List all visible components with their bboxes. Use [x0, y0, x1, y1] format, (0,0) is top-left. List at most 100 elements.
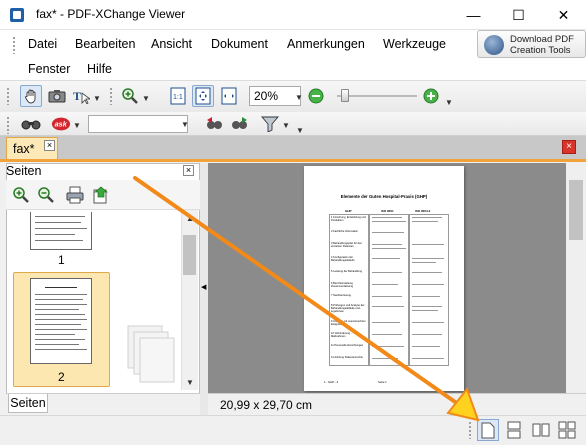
fit-width-button[interactable]: [218, 85, 240, 107]
next-result-button[interactable]: [229, 113, 251, 135]
binoculars-next-icon: [232, 117, 247, 129]
toolbar2-overflow-dropdown[interactable]: ▼: [296, 126, 304, 135]
svg-text:ask: ask: [55, 120, 68, 129]
table-row: 12 Achtung Patientenrechte: [331, 356, 363, 359]
ghp-table: 1 Forschung, Entwicklung und Produktion …: [329, 214, 449, 366]
zoom-out-button[interactable]: [308, 88, 324, 104]
menu-werkzeuge[interactable]: Werkzeuge: [383, 37, 446, 51]
menu-dokument[interactable]: Dokument: [211, 37, 268, 51]
menu-hilfe[interactable]: Hilfe: [87, 62, 112, 76]
pages-pane-scroll-thumb[interactable]: [183, 235, 196, 275]
snapshot-tool-button[interactable]: [46, 85, 68, 107]
menu-datei[interactable]: Datei: [28, 37, 57, 51]
download-line1: Download PDF: [510, 34, 574, 45]
print-pages-button[interactable]: [66, 186, 84, 207]
single-page-icon: [481, 422, 495, 438]
binoculars-icon: [21, 120, 41, 130]
printer-icon: [66, 186, 84, 204]
menubar-grip-icon[interactable]: [12, 36, 16, 54]
menu-anmerkungen[interactable]: Anmerkungen: [287, 37, 365, 51]
facing-view-button[interactable]: [530, 419, 552, 441]
continuous-view-button[interactable]: [503, 419, 525, 441]
menu-ansicht[interactable]: Ansicht: [151, 37, 192, 51]
download-line2: Creation Tools: [510, 45, 571, 56]
pages-placeholder-icon: [127, 325, 175, 383]
table-row: 11 Personelle Einrichtungen: [331, 344, 364, 347]
select-tool-dropdown[interactable]: ▼: [93, 94, 101, 103]
zoom-out-icon: [38, 187, 54, 203]
pdf-page[interactable]: Elemente der Guten Hospital-Praxis (GHP)…: [304, 166, 464, 391]
table-row: 5 Leistung der Behandlung: [331, 270, 363, 273]
menu-bearbeiten[interactable]: Bearbeiten: [75, 37, 135, 51]
pages-pane-tab[interactable]: Seiten: [8, 394, 48, 413]
camera-icon: [48, 90, 66, 103]
page-heading: Elemente der Guten Hospital-Praxis (GHP): [340, 194, 428, 199]
fit-width-icon: [221, 87, 237, 105]
menu-fenster[interactable]: Fenster: [28, 62, 70, 76]
select-text-tool-button[interactable]: T: [70, 85, 92, 107]
scroll-down-arrow[interactable]: ▼: [186, 378, 194, 387]
zoom-tool-dropdown[interactable]: ▼: [142, 94, 150, 103]
toolbar-grip-icon[interactable]: [109, 87, 113, 105]
zoom-slider-thumb[interactable]: [341, 89, 349, 102]
document-tab-close-icon[interactable]: ×: [44, 140, 55, 151]
thumb-zoom-in-button[interactable]: [12, 186, 30, 207]
actual-size-button[interactable]: 1:1: [167, 85, 189, 107]
previous-result-button[interactable]: [203, 113, 225, 135]
svg-text:T: T: [73, 89, 81, 103]
toolbar-grip-icon[interactable]: [6, 87, 10, 105]
fit-page-button[interactable]: [192, 85, 214, 107]
page-thumbnail-2[interactable]: [30, 278, 92, 364]
zoom-tool-button[interactable]: [119, 85, 141, 107]
filter-dropdown[interactable]: ▼: [282, 121, 290, 130]
search-input[interactable]: [88, 115, 188, 133]
table-row: 2 Fachliche Information: [331, 230, 358, 233]
toolbar-overflow-dropdown[interactable]: ▼: [445, 98, 453, 107]
download-creation-tools-button[interactable]: Download PDF Creation Tools: [477, 30, 586, 58]
scroll-up-arrow[interactable]: ▲: [186, 214, 194, 223]
filter-options-button[interactable]: [259, 113, 281, 135]
search-dropdown[interactable]: ▼: [181, 120, 189, 129]
thumb-zoom-out-button[interactable]: [37, 186, 55, 207]
facing-pages-icon: [532, 423, 550, 437]
ask-logo-icon: ask: [51, 117, 71, 131]
pages-pane-tab-label: Seiten: [10, 396, 46, 410]
collapse-pane-arrow-icon[interactable]: ◀: [201, 283, 206, 291]
page-footer-right: Seite 1: [378, 380, 387, 384]
table-row: 10 Verhinderung ... Maßnahmen: [331, 332, 353, 338]
binoculars-prev-icon: [207, 117, 222, 129]
extract-pages-button[interactable]: [92, 186, 110, 207]
document-tab-label: fax*: [13, 141, 35, 156]
zoom-in-button[interactable]: [423, 88, 439, 104]
download-icon: [484, 35, 504, 55]
table-row: 4 Konfiguration der Behandlungsablaufs: [331, 256, 355, 262]
pages-pane-title: Seiten: [6, 164, 42, 178]
text-select-icon: T: [73, 89, 90, 104]
bottom-toolbar-grip-icon[interactable]: [468, 421, 472, 439]
zoom-level-dropdown[interactable]: ▼: [295, 93, 303, 102]
find-button[interactable]: [20, 113, 42, 135]
fit-page-icon: [195, 87, 211, 105]
minimize-button[interactable]: —: [451, 0, 496, 30]
zoom-in-icon: [13, 187, 29, 203]
zoom-level-combo[interactable]: 20%: [249, 86, 301, 106]
single-page-view-button[interactable]: [477, 419, 499, 441]
pages-pane-close-icon[interactable]: ×: [183, 165, 194, 176]
zoom-slider-track[interactable]: [337, 95, 417, 97]
extract-pages-icon: [93, 186, 108, 204]
ask-button[interactable]: ask: [50, 113, 72, 135]
svg-text:1:1: 1:1: [173, 94, 183, 101]
close-document-button[interactable]: ×: [562, 140, 576, 154]
hand-tool-button[interactable]: [20, 85, 42, 107]
page-thumbnail-1[interactable]: [30, 212, 92, 250]
page-thumbnail-1-label: 1: [58, 253, 65, 267]
ask-dropdown[interactable]: ▼: [73, 121, 81, 130]
maximize-button[interactable]: ☐: [496, 0, 541, 30]
col-header-ghp: GHP: [345, 209, 352, 213]
document-scroll-thumb[interactable]: [569, 180, 583, 240]
toolbar-grip-icon[interactable]: [6, 116, 10, 134]
zoom-in-icon: [122, 88, 138, 104]
table-row: 7 Nachbetreuung: [331, 294, 351, 297]
continuous-facing-view-button[interactable]: [556, 419, 578, 441]
close-button[interactable]: ✕: [541, 0, 586, 30]
